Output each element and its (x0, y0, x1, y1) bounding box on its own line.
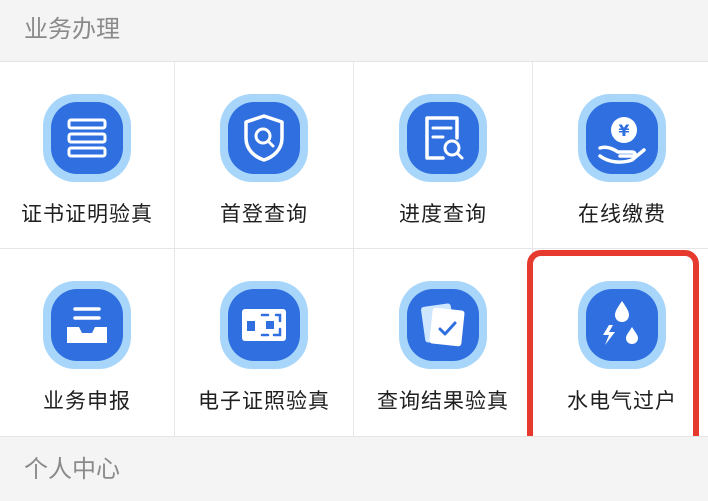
inbox-tray-icon (39, 277, 135, 373)
service-label: 在线缴费 (578, 202, 666, 226)
svg-text:¥: ¥ (618, 121, 629, 140)
service-label: 首登查询 (220, 202, 308, 226)
service-first-login-query[interactable]: 首登查询 (175, 62, 353, 248)
service-progress-query[interactable]: 进度查询 (354, 62, 532, 248)
check-card-icon (395, 277, 491, 373)
service-utility-transfer[interactable]: 水电气过户 (533, 249, 708, 437)
yuan-payment-icon: ¥ (574, 90, 670, 186)
service-online-payment[interactable]: ¥ 在线缴费 (533, 62, 708, 248)
shield-search-icon (216, 90, 312, 186)
section-header-business: 业务办理 (0, 0, 708, 62)
certificate-list-icon (39, 90, 135, 186)
service-label: 水电气过户 (567, 389, 677, 413)
water-electric-icon (574, 277, 670, 373)
scan-frame-icon (216, 277, 312, 373)
service-result-verify[interactable]: 查询结果验真 (354, 249, 532, 437)
service-label: 查询结果验真 (377, 389, 509, 413)
service-label: 电子证照验真 (198, 389, 330, 413)
business-page: 业务办理 证书证明验真 首登查询 进度查询 ¥ 在线缴费 业务申报 电子证照验真… (0, 0, 708, 501)
section-header-personal: 个人中心 (0, 436, 708, 501)
service-label: 业务申报 (43, 389, 131, 413)
service-business-declare[interactable]: 业务申报 (0, 249, 174, 437)
service-label: 进度查询 (399, 202, 487, 226)
service-e-license-verify[interactable]: 电子证照验真 (175, 249, 353, 437)
service-grid: 证书证明验真 首登查询 进度查询 ¥ 在线缴费 业务申报 电子证照验真 查询结果… (0, 62, 708, 437)
service-label: 证书证明验真 (21, 202, 153, 226)
document-search-icon (395, 90, 491, 186)
service-certificate-verify[interactable]: 证书证明验真 (0, 62, 174, 248)
